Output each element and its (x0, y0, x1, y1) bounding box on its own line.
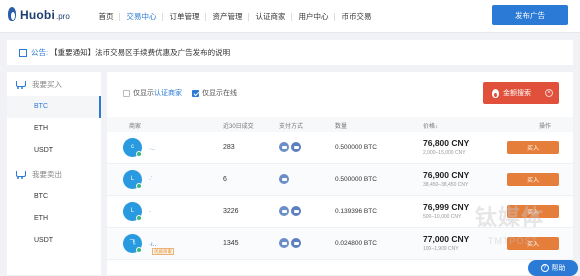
bank-card-icon (279, 174, 289, 184)
merchant-name[interactable]: ·ı‥ (149, 241, 157, 248)
trade-count: 3226 (223, 208, 239, 215)
col-merchant: 商家 (129, 124, 142, 130)
bank-card-icon (279, 142, 289, 152)
unit-price: 77,000 CNY (423, 234, 470, 244)
col-payment: 支付方式 (279, 124, 304, 130)
help-label: 帮助 (551, 265, 566, 272)
announcement-bar: 公告: 【重要通知】法币交易区手续费优惠及广告发布的说明 (7, 40, 573, 65)
sidebar-group-buy: 我要买入 (7, 72, 101, 96)
sidebar-group-label: 我要卖出 (32, 169, 62, 179)
sidebar-item-buy-eth[interactable]: ETH (7, 118, 101, 140)
sidebar-item-buy-btc[interactable]: BTC (7, 96, 101, 118)
sidebar-item-buy-usdt[interactable]: USDT (7, 140, 101, 162)
logo[interactable]: Huobi .pro (6, 7, 70, 23)
online-status-dot (136, 151, 142, 157)
alipay-icon (291, 238, 301, 248)
logo-sub: .pro (56, 12, 70, 21)
nav-assets[interactable]: 资产管理 (206, 0, 249, 33)
trade-limit: 100–1,909 CNY (423, 246, 459, 252)
available-amount: 0.500000 BTC (335, 144, 377, 151)
filter-only-show-label: 仅显示 (133, 90, 154, 97)
online-only-checkbox[interactable] (192, 89, 199, 97)
filter-bar: 仅显示 认证商家 仅显示在线 (123, 88, 237, 98)
announcement-link[interactable]: 【重要通知】法币交易区手续费优惠及广告发布的说明 (50, 47, 230, 58)
col-action: 操作 (539, 124, 552, 130)
alipay-icon (291, 142, 301, 152)
available-amount: 0.500000 BTC (335, 176, 377, 183)
alipay-icon (291, 206, 301, 216)
merchant-name[interactable]: ·˙ (149, 177, 153, 183)
verified-merchant-link[interactable]: 认证商家 (154, 88, 182, 98)
table-header: 商家 近30日成交 支付方式 数量 价格↓ 操作 (107, 117, 573, 132)
question-icon: ? (540, 264, 549, 272)
merchant-name[interactable]: ·‥ (149, 145, 155, 152)
buy-button[interactable]: 买入 (507, 173, 559, 186)
announcement-prefix: 公告: (31, 48, 49, 57)
table-row: c ·‥ 283 0.500000 BTC 76,800 CNY 2,000–1… (107, 132, 573, 164)
close-icon[interactable]: × (545, 89, 553, 97)
online-status-dot (136, 183, 142, 189)
help-button[interactable]: ? 帮助 (528, 260, 578, 276)
online-status-dot (136, 215, 142, 221)
nav-coin-trade[interactable]: 币币交易 (335, 0, 378, 33)
top-navbar: Huobi .pro 首页 交易中心 订单管理 资产管理 认证商家 用户中心 币… (0, 0, 580, 33)
available-amount: 0.024800 BTC (335, 240, 377, 247)
nav-user-center[interactable]: 用户中心 (292, 0, 335, 33)
bank-card-icon (279, 238, 289, 248)
unit-price: 76,800 CNY (423, 138, 470, 148)
nav-home[interactable]: 首页 (92, 0, 120, 33)
quality-merchant-badge: 优质商家 (152, 248, 174, 255)
bank-card-icon (279, 206, 289, 216)
sidebar-item-sell-usdt[interactable]: USDT (7, 230, 101, 252)
trade-limit: 2,000–15,000 CNY (423, 150, 466, 156)
sidebar-item-sell-btc[interactable]: BTC (7, 186, 101, 208)
merchant-name[interactable]: · (149, 209, 151, 215)
unit-price: 76,900 CNY (423, 170, 470, 180)
nav-trade-center[interactable]: 交易中心 (120, 0, 163, 33)
online-status-dot (136, 247, 142, 253)
trade-limit: 500–10,000 CNY (423, 214, 462, 220)
nav-orders[interactable]: 订单管理 (163, 0, 206, 33)
trade-limit: 38,450–38,450 CNY (423, 182, 469, 188)
amount-search-label: 金额搜索 (503, 90, 531, 97)
col-30day-trades: 近30日成交 (223, 124, 254, 130)
available-amount: 0.139396 BTC (335, 208, 377, 215)
main-nav: 首页 交易中心 订单管理 资产管理 认证商家 用户中心 币币交易 (92, 0, 378, 33)
watermark-sub: TMTPOST (488, 236, 538, 246)
logo-text: Huobi (20, 8, 55, 22)
col-price[interactable]: 价格↓ (423, 121, 438, 130)
unit-price: 76,999 CNY (423, 202, 470, 212)
verified-only-checkbox[interactable] (123, 89, 130, 97)
flame-icon (492, 88, 499, 98)
sidebar-group-label: 我要买入 (32, 79, 62, 89)
online-only-label: 仅显示在线 (202, 90, 237, 97)
table-row: L ·˙ 6 0.500000 BTC 76,900 CNY 38,450–38… (107, 164, 573, 196)
trade-count: 6 (223, 176, 227, 183)
sidebar-item-sell-eth[interactable]: ETH (7, 208, 101, 230)
amount-search-button[interactable]: 金额搜索 × (483, 82, 559, 104)
watermark: 钛媒体 (475, 205, 545, 230)
announcement-icon (19, 48, 27, 57)
sidebar: 我要买入 BTC ETH USDT 我要卖出 BTC ETH USDT (7, 72, 101, 275)
trade-count: 283 (223, 144, 235, 151)
flame-logo-icon (6, 7, 18, 23)
cart-icon (15, 170, 26, 179)
cart-icon (15, 80, 26, 89)
publish-ad-button[interactable]: 发布广告 (492, 5, 568, 25)
nav-verified-merchant[interactable]: 认证商家 (249, 0, 292, 33)
buy-button[interactable]: 买入 (507, 141, 559, 154)
trade-count: 1345 (223, 240, 239, 247)
col-amount[interactable]: 数量 (335, 121, 347, 130)
sidebar-group-sell: 我要卖出 (7, 162, 101, 186)
